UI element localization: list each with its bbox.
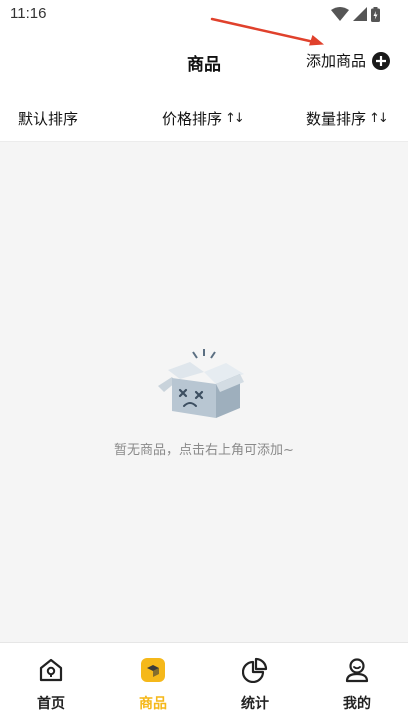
plus-circle-icon xyxy=(372,51,390,70)
empty-message: 暂无商品，点击右上角可添加~ xyxy=(114,443,294,458)
add-product-label: 添加商品 xyxy=(305,52,366,70)
status-bar: 11:16 xyxy=(0,0,408,28)
add-product-button[interactable]: 添加商品 xyxy=(306,50,390,71)
product-box-icon xyxy=(141,658,165,682)
sort-default-button[interactable]: 默认排序 xyxy=(18,108,78,129)
empty-box-icon xyxy=(158,349,244,418)
status-time: 11:16 xyxy=(10,5,47,22)
tab-mine-label: 我的 xyxy=(343,696,371,712)
user-icon xyxy=(345,658,369,683)
sort-arrows-icon: ↑↓ xyxy=(369,111,389,126)
signal-icon xyxy=(353,7,367,21)
sort-price-label: 价格排序 xyxy=(162,110,223,128)
sort-bar: 默认排序 价格排序 ↑↓ 数量排序 ↑↓ xyxy=(0,94,408,142)
battery-icon xyxy=(371,6,380,22)
tab-home-label: 首页 xyxy=(37,696,65,712)
tab-statistics-label: 统计 xyxy=(241,696,269,712)
tab-products-label: 商品 xyxy=(139,696,167,712)
sort-quantity-label: 数量排序 xyxy=(306,110,367,128)
tab-products[interactable]: 商品 xyxy=(102,643,204,725)
tab-bar: 首页 商品 统计 我的 xyxy=(0,642,408,725)
sort-arrows-icon: ↑↓ xyxy=(225,111,245,126)
product-list-area: 暂无商品，点击右上角可添加~ xyxy=(0,142,408,642)
header: 商品 添加商品 xyxy=(0,28,408,94)
home-icon xyxy=(39,658,63,682)
sort-default-label: 默认排序 xyxy=(18,110,79,128)
status-icons xyxy=(331,6,380,22)
tab-statistics[interactable]: 统计 xyxy=(204,643,306,725)
tab-mine[interactable]: 我的 xyxy=(306,643,408,725)
sort-quantity-button[interactable]: 数量排序 ↑↓ xyxy=(306,108,389,129)
sort-price-button[interactable]: 价格排序 ↑↓ xyxy=(162,108,245,129)
wifi-icon xyxy=(331,7,349,21)
tab-home[interactable]: 首页 xyxy=(0,643,102,725)
pie-chart-icon xyxy=(242,657,268,683)
